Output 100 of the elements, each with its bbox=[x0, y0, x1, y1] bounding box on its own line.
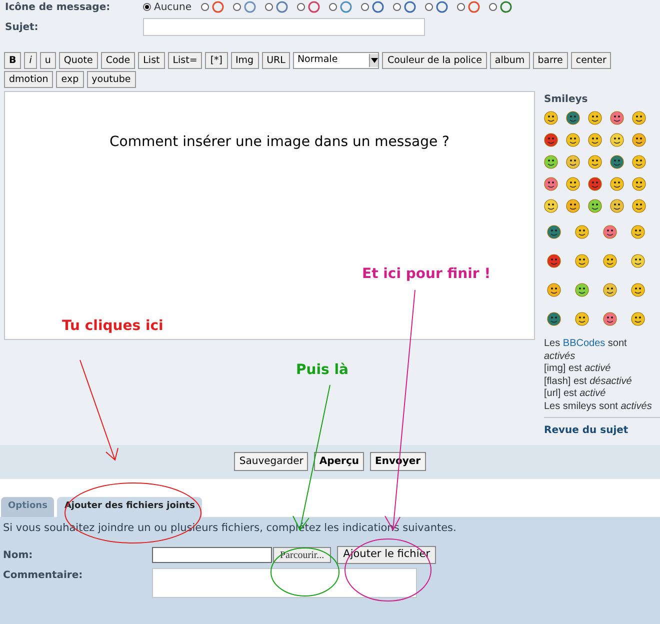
toolbar-button[interactable]: dmotion bbox=[4, 71, 54, 88]
post-icon bbox=[308, 1, 320, 13]
smiley-icon[interactable] bbox=[632, 199, 646, 213]
smiley-icon[interactable] bbox=[632, 177, 646, 191]
message-icon-label: Icône de message: bbox=[5, 0, 112, 14]
post-icon bbox=[404, 1, 416, 13]
annotation-text: Puis là bbox=[296, 361, 348, 380]
smiley-icon[interactable] bbox=[547, 312, 561, 326]
smiley-icon[interactable] bbox=[631, 312, 645, 326]
action-button[interactable]: Aperçu bbox=[314, 452, 364, 471]
post-icon bbox=[244, 1, 256, 13]
comment-field[interactable] bbox=[152, 568, 417, 598]
smiley-icon[interactable] bbox=[610, 133, 624, 147]
smiley-icon[interactable] bbox=[544, 133, 558, 147]
toolbar-button[interactable]: List bbox=[138, 52, 165, 69]
post-icon bbox=[372, 1, 384, 13]
toolbar-button[interactable]: B bbox=[4, 52, 22, 69]
smiley-icon[interactable] bbox=[547, 254, 561, 268]
toolbar-button[interactable]: u bbox=[40, 52, 56, 69]
smiley-icon[interactable] bbox=[575, 254, 589, 268]
radio-button[interactable] bbox=[392, 3, 401, 11]
smiley-icon[interactable] bbox=[610, 199, 624, 213]
name-label: Nom: bbox=[3, 548, 34, 563]
file-name-field[interactable] bbox=[152, 547, 272, 564]
action-button[interactable]: Sauvegarder bbox=[234, 452, 308, 471]
toolbar-button[interactable]: Couleur de la police bbox=[382, 52, 487, 69]
toolbar-button[interactable]: center bbox=[570, 52, 612, 69]
smiley-icon[interactable] bbox=[632, 133, 646, 147]
toolbar-button[interactable]: barre bbox=[532, 52, 568, 69]
toolbar-button[interactable]: [*] bbox=[205, 52, 228, 69]
toolbar-button[interactable]: album bbox=[490, 52, 530, 69]
smiley-icon[interactable] bbox=[544, 155, 558, 169]
radio-button[interactable] bbox=[264, 3, 273, 11]
smiley-icon[interactable] bbox=[566, 177, 580, 191]
smileys-title: Smileys bbox=[544, 93, 589, 107]
toolbar-button[interactable]: Img bbox=[230, 52, 259, 69]
subject-label: Sujet: bbox=[5, 20, 40, 34]
smiley-icon[interactable] bbox=[588, 199, 602, 213]
post-icon bbox=[340, 1, 352, 13]
smiley-icon[interactable] bbox=[547, 224, 561, 238]
smiley-icon[interactable] bbox=[610, 111, 624, 125]
smiley-icon[interactable] bbox=[588, 133, 602, 147]
radio-button[interactable] bbox=[200, 3, 209, 11]
smiley-icon[interactable] bbox=[566, 199, 580, 213]
smiley-icon[interactable] bbox=[544, 199, 558, 213]
radio-button[interactable] bbox=[424, 3, 433, 11]
smiley-icon[interactable] bbox=[575, 282, 589, 296]
toolbar-button[interactable]: List= bbox=[168, 52, 202, 69]
bbcode-status-note: [flash] est désactivé bbox=[544, 376, 633, 388]
smiley-icon[interactable] bbox=[588, 111, 602, 125]
radio-button[interactable] bbox=[456, 3, 465, 11]
smiley-icon[interactable] bbox=[603, 254, 617, 268]
post-icon bbox=[212, 1, 224, 13]
smiley-icon[interactable] bbox=[603, 282, 617, 296]
bbcode-status-note: [img] est activé bbox=[544, 363, 612, 376]
size-select[interactable]: Normale bbox=[293, 52, 380, 69]
post-icon bbox=[500, 1, 512, 13]
browse-button[interactable]: Parcourir... bbox=[273, 547, 332, 564]
toolbar-button[interactable]: URL bbox=[262, 52, 290, 69]
toolbar-button[interactable]: youtube bbox=[86, 71, 136, 88]
smiley-icon[interactable] bbox=[575, 224, 589, 238]
toolbar-button[interactable]: Quote bbox=[58, 52, 98, 69]
smiley-icon[interactable] bbox=[632, 155, 646, 169]
radio-button[interactable] bbox=[360, 3, 369, 11]
smiley-icon[interactable] bbox=[610, 177, 624, 191]
smiley-icon[interactable] bbox=[603, 312, 617, 326]
smiley-icon[interactable] bbox=[544, 177, 558, 191]
post-icon bbox=[276, 1, 288, 13]
annotation-ellipse bbox=[270, 548, 340, 596]
toolbar-button[interactable]: Code bbox=[100, 52, 136, 69]
option-label: Aucune bbox=[154, 0, 192, 14]
post-icon bbox=[436, 1, 448, 13]
radio-button[interactable] bbox=[232, 3, 241, 11]
smiley-icon[interactable] bbox=[632, 111, 646, 125]
smiley-icon[interactable] bbox=[566, 155, 580, 169]
toolbar-button[interactable]: i bbox=[24, 52, 37, 69]
smiley-icon[interactable] bbox=[603, 224, 617, 238]
radio-button[interactable] bbox=[488, 3, 497, 11]
smiley-icon[interactable] bbox=[575, 312, 589, 326]
smiley-icon[interactable] bbox=[588, 155, 602, 169]
subject-field[interactable] bbox=[143, 18, 425, 36]
toolbar-button[interactable]: exp bbox=[56, 71, 84, 88]
bbcodes-link[interactable]: BBCodes bbox=[562, 338, 606, 349]
message-text: Comment insérer une image dans un message ? bbox=[110, 133, 450, 152]
dropdown-icon bbox=[369, 54, 378, 67]
radio-button[interactable] bbox=[328, 3, 337, 11]
smiley-icon[interactable] bbox=[588, 177, 602, 191]
bbcode-status-note: Les smileys sont activés bbox=[544, 400, 653, 413]
smiley-icon[interactable] bbox=[631, 254, 645, 268]
smiley-icon[interactable] bbox=[547, 282, 561, 296]
radio-button[interactable] bbox=[143, 3, 151, 11]
bbcode-status-note: [url] est activé bbox=[544, 388, 607, 400]
smiley-icon[interactable] bbox=[566, 111, 580, 125]
smiley-icon[interactable] bbox=[631, 282, 645, 296]
smiley-icon[interactable] bbox=[631, 224, 645, 238]
topic-review-link[interactable]: Revue du sujet bbox=[544, 425, 628, 436]
smiley-icon[interactable] bbox=[610, 155, 624, 169]
radio-button[interactable] bbox=[296, 3, 305, 11]
smiley-icon[interactable] bbox=[544, 111, 558, 125]
smiley-icon[interactable] bbox=[566, 133, 580, 147]
